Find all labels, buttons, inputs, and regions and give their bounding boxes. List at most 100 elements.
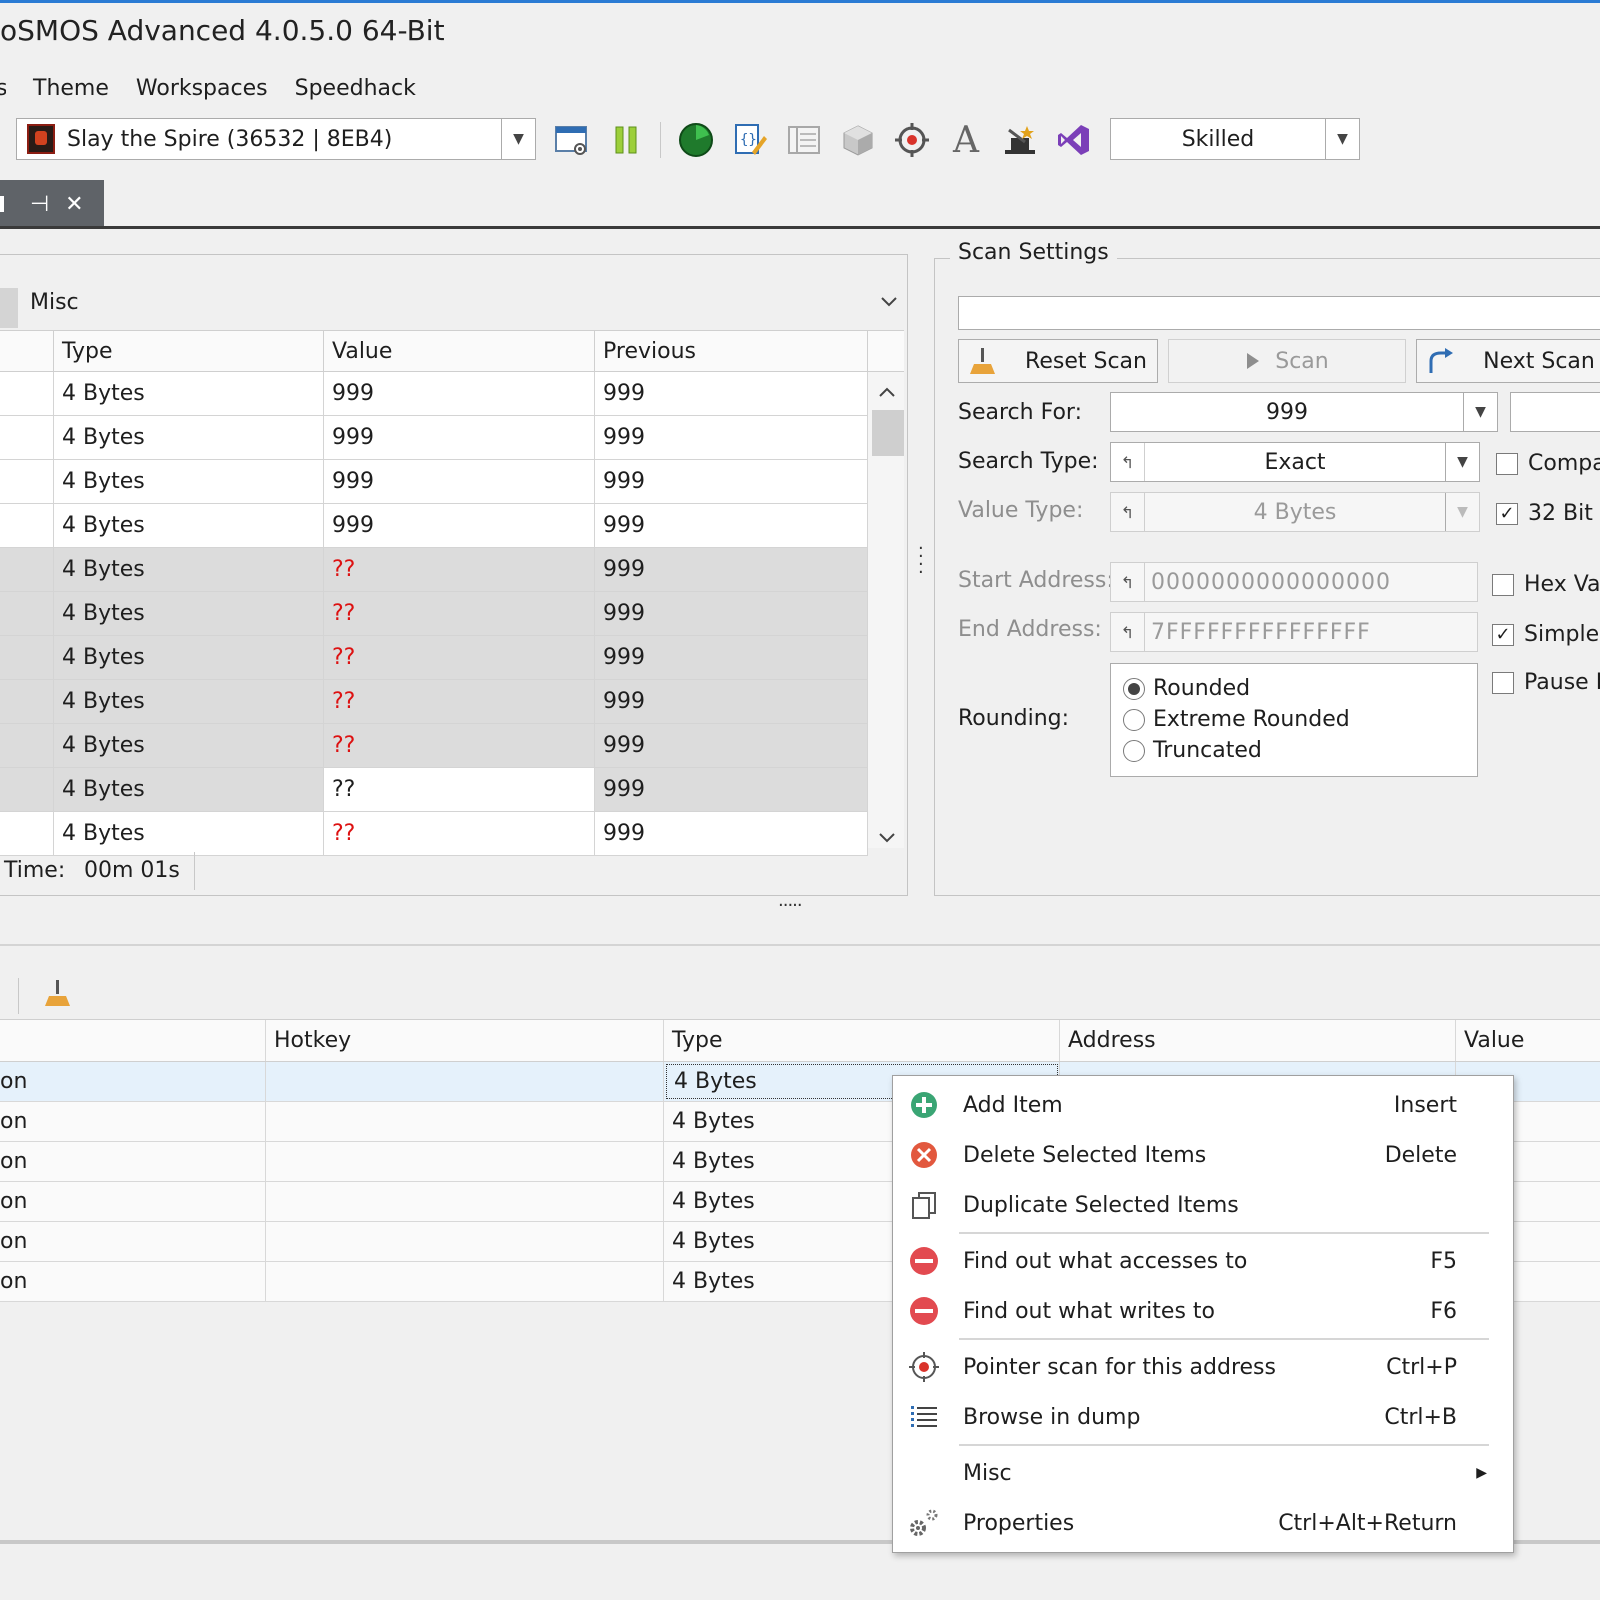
cube-icon[interactable] bbox=[838, 120, 878, 160]
menu-item-delete-selected[interactable]: Delete Selected Items Delete bbox=[893, 1130, 1513, 1180]
search-for-secondary-field[interactable] bbox=[1510, 392, 1600, 432]
start-address-field[interactable]: ↰ 0000000000000000 bbox=[1110, 562, 1478, 602]
vertical-splitter-grip[interactable]: · · · · bbox=[918, 540, 924, 582]
menu-item-pointer-scan[interactable]: Pointer scan for this address Ctrl+P bbox=[893, 1342, 1513, 1392]
scan-description-input[interactable] bbox=[958, 296, 1600, 330]
broom-icon[interactable] bbox=[44, 978, 72, 1014]
result-row[interactable]: 4 Bytes 999 999 bbox=[0, 460, 868, 504]
next-scan-button[interactable]: Next Scan bbox=[1416, 339, 1600, 383]
search-type-dropdown[interactable]: ▼ bbox=[1445, 443, 1479, 481]
magic-hat-icon[interactable] bbox=[1000, 120, 1040, 160]
pause-icon[interactable] bbox=[606, 120, 646, 160]
result-row[interactable]: 4 Bytes?? 999 bbox=[0, 812, 868, 856]
reset-scan-button[interactable]: Reset Scan bbox=[958, 339, 1158, 383]
text-icon[interactable]: A bbox=[946, 120, 986, 161]
end-address-field[interactable]: ↰ 7FFFFFFFFFFFFFFF bbox=[1110, 612, 1478, 652]
result-row[interactable]: 4 Bytes?? 999 bbox=[0, 724, 868, 768]
horizontal-splitter-grip[interactable]: ····· bbox=[778, 895, 803, 916]
radar-icon[interactable] bbox=[676, 120, 716, 160]
checkbox[interactable]: ✓ bbox=[1492, 623, 1514, 646]
menu-bar: s Theme Workspaces Speedhack bbox=[0, 70, 443, 106]
column-header-type[interactable]: Type bbox=[54, 331, 324, 371]
radio-button[interactable] bbox=[1123, 677, 1145, 700]
menu-item-find-accesses[interactable]: Find out what accesses to F5 bbox=[893, 1236, 1513, 1286]
menu-item-browse-dump[interactable]: Browse in dump Ctrl+B bbox=[893, 1392, 1513, 1442]
reset-value-icon[interactable]: ↰ bbox=[1111, 563, 1145, 601]
value-type-combo[interactable]: ↰ 4 Bytes ▼ bbox=[1110, 492, 1480, 532]
checkbox[interactable] bbox=[1496, 452, 1518, 475]
column-header-type[interactable]: Type bbox=[664, 1020, 1060, 1061]
reset-value-icon[interactable]: ↰ bbox=[1111, 443, 1145, 481]
32bit-checkbox[interactable]: ✓ 32 Bit A bbox=[1496, 501, 1600, 526]
reset-value-icon[interactable]: ↰ bbox=[1111, 493, 1145, 531]
value-type-dropdown[interactable]: ▼ bbox=[1445, 493, 1479, 531]
column-header-description[interactable] bbox=[0, 1020, 266, 1061]
rounding-options-group: Rounded Extreme Rounded Truncated bbox=[1110, 663, 1478, 777]
search-type-combo[interactable]: ↰ Exact ▼ bbox=[1110, 442, 1480, 482]
reset-value-icon[interactable]: ↰ bbox=[1111, 613, 1145, 651]
process-selector[interactable]: Slay the Spire (36532 | 8EB4) ▼ bbox=[16, 118, 536, 160]
result-row[interactable]: 4 Bytes?? 999 bbox=[0, 548, 868, 592]
result-row[interactable]: 4 Bytes 999 999 bbox=[0, 372, 868, 416]
radio-truncated[interactable]: Truncated bbox=[1123, 738, 1262, 763]
checkbox[interactable] bbox=[1492, 573, 1514, 596]
hex-value-checkbox[interactable]: Hex Val bbox=[1492, 572, 1600, 597]
list-view-icon[interactable] bbox=[784, 120, 824, 160]
column-header-value[interactable]: Value bbox=[324, 331, 595, 371]
visual-studio-icon[interactable] bbox=[1054, 120, 1094, 160]
simple-values-checkbox[interactable]: ✓ Simple V bbox=[1492, 622, 1600, 647]
scan-button[interactable]: Scan bbox=[1168, 339, 1406, 383]
menu-theme[interactable]: Theme bbox=[33, 76, 109, 101]
cell-description: on bbox=[0, 1102, 266, 1141]
process-dropdown-button[interactable]: ▼ bbox=[501, 119, 535, 159]
menu-item-partial[interactable]: s bbox=[0, 76, 6, 101]
cell-value: 999 bbox=[324, 504, 595, 547]
checkbox[interactable] bbox=[1492, 671, 1514, 694]
target-icon[interactable] bbox=[892, 120, 932, 160]
menu-speedhack[interactable]: Speedhack bbox=[295, 76, 416, 101]
row-handle bbox=[0, 812, 54, 855]
column-header-previous[interactable]: Previous bbox=[595, 331, 868, 371]
column-header-value[interactable]: Value bbox=[1456, 1020, 1600, 1061]
checkbox[interactable]: ✓ bbox=[1496, 502, 1518, 525]
menu-item-properties[interactable]: Properties Ctrl+Alt+Return bbox=[893, 1498, 1513, 1548]
menu-workspaces[interactable]: Workspaces bbox=[136, 76, 268, 101]
scroll-up-icon[interactable] bbox=[878, 380, 896, 405]
result-row[interactable]: 4 Bytes?? 999 bbox=[0, 592, 868, 636]
script-editor-icon[interactable]: {} bbox=[730, 120, 770, 160]
radio-button[interactable] bbox=[1123, 708, 1145, 731]
context-menu: Add Item Insert Delete Selected Items De… bbox=[892, 1075, 1514, 1553]
radio-extreme-rounded[interactable]: Extreme Rounded bbox=[1123, 707, 1350, 732]
menu-item-label: Misc bbox=[963, 1460, 1012, 1486]
skill-dropdown-button[interactable]: ▼ bbox=[1325, 119, 1359, 159]
document-tab[interactable]: ⊣ ✕ bbox=[0, 180, 104, 228]
column-header-address[interactable]: Address bbox=[1060, 1020, 1456, 1061]
radio-rounded[interactable]: Rounded bbox=[1123, 676, 1250, 701]
compare-checkbox[interactable]: Compar bbox=[1496, 451, 1600, 476]
result-row[interactable]: 4 Bytes?? 999 bbox=[0, 768, 868, 812]
menu-item-misc[interactable]: Misc ▶ bbox=[893, 1448, 1513, 1498]
result-row[interactable]: 4 Bytes 999 999 bbox=[0, 504, 868, 548]
menu-item-find-writes[interactable]: Find out what writes to F6 bbox=[893, 1286, 1513, 1336]
column-header-hotkey[interactable]: Hotkey bbox=[266, 1020, 664, 1061]
window-view-icon[interactable] bbox=[552, 120, 592, 160]
column-header[interactable] bbox=[0, 331, 54, 371]
result-row[interactable]: 4 Bytes 999 999 bbox=[0, 416, 868, 460]
menu-item-duplicate-selected[interactable]: Duplicate Selected Items bbox=[893, 1180, 1513, 1230]
results-scroll-thumb[interactable] bbox=[872, 410, 904, 456]
pause-process-checkbox[interactable]: Pause P bbox=[1492, 670, 1600, 695]
result-row[interactable]: 4 Bytes?? 999 bbox=[0, 680, 868, 724]
gears-icon bbox=[905, 1504, 943, 1542]
process-icon bbox=[27, 124, 55, 154]
radio-button[interactable] bbox=[1123, 739, 1145, 762]
close-icon[interactable]: ✕ bbox=[65, 192, 83, 217]
pin-icon[interactable]: ⊣ bbox=[30, 192, 49, 217]
result-row[interactable]: 4 Bytes?? 999 bbox=[0, 636, 868, 680]
scroll-down-icon[interactable] bbox=[878, 826, 896, 851]
search-for-dropdown[interactable]: ▼ bbox=[1463, 393, 1497, 431]
group-segment-button[interactable] bbox=[0, 288, 18, 328]
skill-level-selector[interactable]: Skilled ▼ bbox=[1110, 118, 1360, 160]
search-for-combo[interactable]: 999 ▼ bbox=[1110, 392, 1498, 432]
chevron-down-icon[interactable] bbox=[880, 290, 898, 314]
menu-item-add-item[interactable]: Add Item Insert bbox=[893, 1080, 1513, 1130]
